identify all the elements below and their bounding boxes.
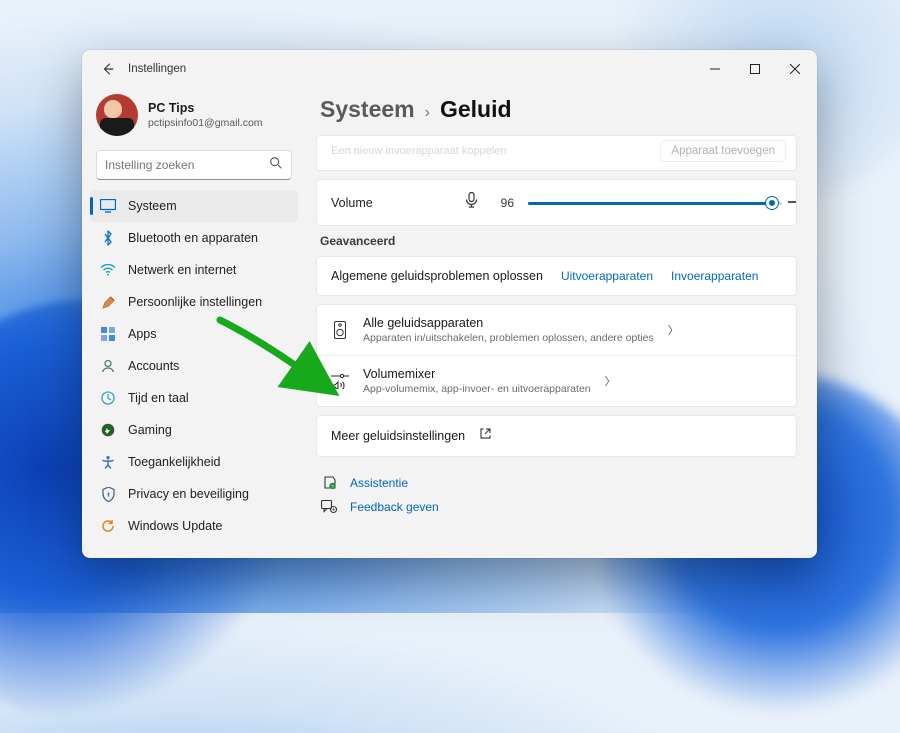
system-icon bbox=[100, 198, 116, 214]
close-button[interactable] bbox=[775, 54, 815, 84]
wifi-icon bbox=[100, 262, 116, 278]
accounts-icon bbox=[100, 358, 116, 374]
input-devices-link[interactable]: Invoerapparaten bbox=[671, 269, 758, 283]
maximize-button[interactable] bbox=[735, 54, 775, 84]
back-button[interactable] bbox=[94, 55, 122, 83]
troubleshoot-title: Algemene geluidsproblemen oplossen bbox=[331, 269, 543, 283]
apps-icon bbox=[100, 326, 116, 342]
volume-label: Volume bbox=[331, 196, 451, 210]
volume-slider[interactable] bbox=[528, 195, 782, 211]
pair-device-text: Een nieuw invoerapparaat koppelen bbox=[331, 145, 648, 157]
volume-card: Volume 96 bbox=[316, 179, 797, 226]
all-devices-title: Alle geluidsapparaten bbox=[363, 316, 654, 330]
sidebar: PC Tips pctipsinfo01@gmail.com Systeem B… bbox=[82, 88, 304, 558]
sidebar-item-apps[interactable]: Apps bbox=[90, 318, 298, 350]
sidebar-item-gaming[interactable]: Gaming bbox=[90, 414, 298, 446]
troubleshoot-card: Algemene geluidsproblemen oplossen Uitvo… bbox=[316, 256, 797, 296]
sidebar-item-bluetooth[interactable]: Bluetooth en apparaten bbox=[90, 222, 298, 254]
all-devices-sub: Apparaten in/uitschakelen, problemen opl… bbox=[363, 332, 654, 344]
advanced-section-label: Geavanceerd bbox=[320, 234, 797, 248]
more-settings-card: Meer geluidsinstellingen bbox=[316, 415, 797, 457]
breadcrumb-parent[interactable]: Systeem bbox=[320, 96, 415, 123]
profile-name: PC Tips bbox=[148, 101, 263, 117]
sidebar-item-label: Gaming bbox=[128, 423, 172, 437]
feedback-link[interactable]: Feedback geven bbox=[350, 500, 439, 514]
devices-list-card: Alle geluidsapparaten Apparaten in/uitsc… bbox=[316, 304, 797, 407]
output-devices-link[interactable]: Uitvoerapparaten bbox=[561, 269, 653, 283]
add-device-button[interactable]: Apparaat toevoegen bbox=[660, 140, 786, 162]
sidebar-item-label: Persoonlijke instellingen bbox=[128, 295, 262, 309]
chevron-right-icon: › bbox=[425, 104, 430, 122]
gaming-icon bbox=[100, 422, 116, 438]
settings-window: Instellingen PC Tips pctipsinfo01@gmail.… bbox=[82, 50, 817, 558]
sidebar-item-label: Privacy en beveiliging bbox=[128, 487, 249, 501]
sidebar-item-label: Windows Update bbox=[128, 519, 223, 533]
profile-block[interactable]: PC Tips pctipsinfo01@gmail.com bbox=[90, 88, 298, 150]
all-devices-row[interactable]: Alle geluidsapparaten Apparaten in/uitsc… bbox=[317, 305, 796, 355]
search-input[interactable] bbox=[105, 158, 269, 172]
privacy-icon bbox=[100, 486, 116, 502]
time-icon bbox=[100, 390, 116, 406]
sidebar-item-privacy[interactable]: Privacy en beveiliging bbox=[90, 478, 298, 510]
sidebar-item-label: Systeem bbox=[128, 199, 177, 213]
content-pane: Systeem › Geluid Een nieuw invoerapparaa… bbox=[304, 88, 817, 558]
sidebar-item-label: Tijd en taal bbox=[128, 391, 189, 405]
search-icon bbox=[269, 156, 283, 175]
chevron-right-icon: 〉 bbox=[605, 373, 616, 389]
more-settings-title: Meer geluidsinstellingen bbox=[331, 429, 465, 443]
arrow-left-icon bbox=[101, 62, 115, 76]
mixer-icon bbox=[331, 373, 349, 389]
breadcrumb: Systeem › Geluid bbox=[316, 92, 797, 135]
update-icon bbox=[100, 518, 116, 534]
accessibility-icon bbox=[100, 454, 116, 470]
profile-email: pctipsinfo01@gmail.com bbox=[148, 117, 263, 129]
search-input-wrap[interactable] bbox=[96, 150, 292, 180]
minimize-button[interactable] bbox=[695, 54, 735, 84]
microphone-icon[interactable] bbox=[465, 192, 478, 213]
sidebar-item-label: Netwerk en internet bbox=[128, 263, 236, 277]
volume-value: 96 bbox=[492, 196, 514, 210]
volume-mixer-title: Volumemixer bbox=[363, 367, 591, 381]
maximize-icon bbox=[750, 64, 760, 74]
titlebar: Instellingen bbox=[82, 50, 817, 88]
personalize-icon bbox=[100, 294, 116, 310]
assist-link-row[interactable]: ? Assistentie bbox=[320, 475, 793, 490]
feedback-icon bbox=[320, 500, 338, 514]
external-link-icon bbox=[479, 427, 492, 445]
bluetooth-icon bbox=[100, 230, 116, 246]
assist-link[interactable]: Assistentie bbox=[350, 476, 408, 490]
minimize-icon bbox=[710, 64, 720, 74]
sidebar-item-label: Apps bbox=[128, 327, 157, 341]
chevron-right-icon: 〉 bbox=[668, 322, 679, 338]
more-settings-row[interactable]: Meer geluidsinstellingen bbox=[317, 416, 796, 456]
sidebar-item-network[interactable]: Netwerk en internet bbox=[90, 254, 298, 286]
volume-mixer-row[interactable]: Volumemixer App-volumemix, app-invoer- e… bbox=[317, 355, 796, 406]
volume-mixer-sub: App-volumemix, app-invoer- en uitvoerapp… bbox=[363, 383, 591, 395]
sidebar-item-label: Accounts bbox=[128, 359, 179, 373]
nav-list: Systeem Bluetooth en apparaten Netwerk e… bbox=[90, 190, 298, 542]
help-icon: ? bbox=[320, 475, 338, 490]
close-icon bbox=[790, 64, 800, 74]
feedback-link-row[interactable]: Feedback geven bbox=[320, 500, 793, 514]
avatar bbox=[96, 94, 138, 136]
footer-links: ? Assistentie Feedback geven bbox=[316, 465, 797, 514]
speaker-icon bbox=[331, 321, 349, 339]
sidebar-item-time[interactable]: Tijd en taal bbox=[90, 382, 298, 414]
sidebar-item-accessibility[interactable]: Toegankelijkheid bbox=[90, 446, 298, 478]
sidebar-item-label: Toegankelijkheid bbox=[128, 455, 220, 469]
breadcrumb-current: Geluid bbox=[440, 96, 512, 123]
sidebar-item-label: Bluetooth en apparaten bbox=[128, 231, 258, 245]
sidebar-item-accounts[interactable]: Accounts bbox=[90, 350, 298, 382]
sidebar-item-system[interactable]: Systeem bbox=[90, 190, 298, 222]
window-title: Instellingen bbox=[128, 63, 186, 75]
pair-device-card[interactable]: Een nieuw invoerapparaat koppelen Appara… bbox=[316, 135, 797, 171]
sidebar-item-personalize[interactable]: Persoonlijke instellingen bbox=[90, 286, 298, 318]
sidebar-item-update[interactable]: Windows Update bbox=[90, 510, 298, 542]
